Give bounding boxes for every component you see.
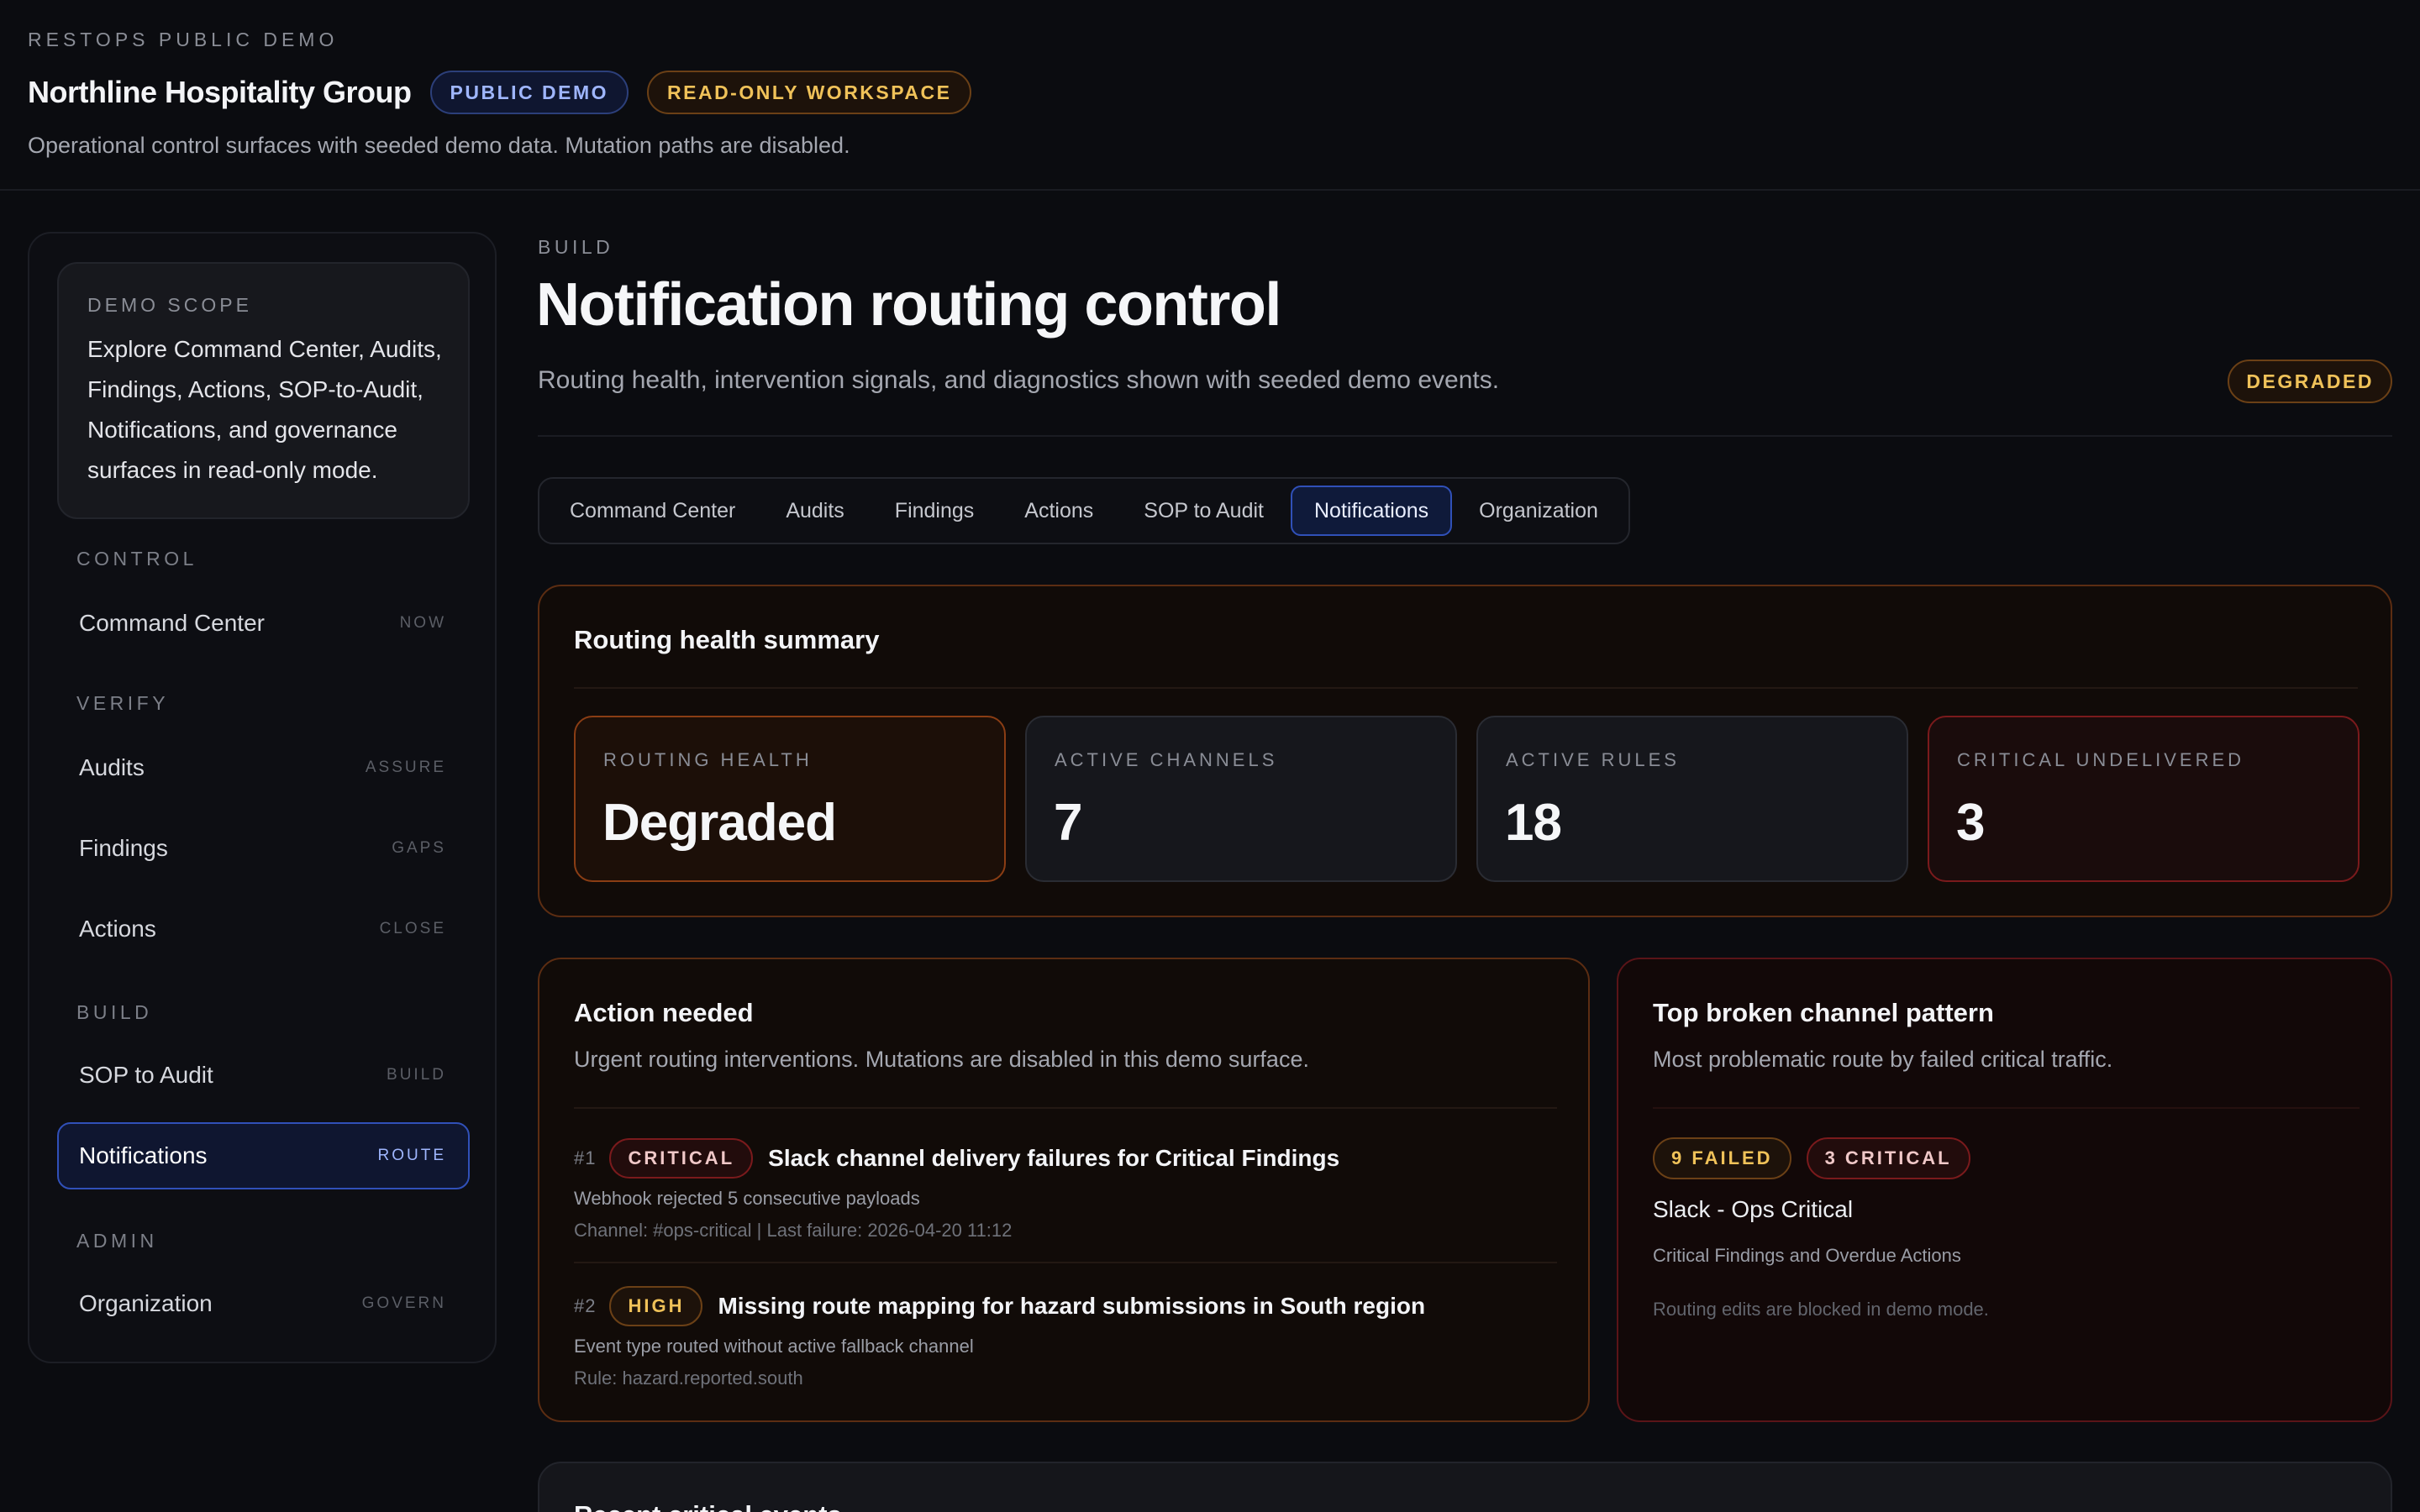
metric-critical-undelivered: CRITICAL UNDELIVERED 3 xyxy=(1928,716,2360,882)
tab-audits[interactable]: Audits xyxy=(762,486,867,536)
metric-value: 18 xyxy=(1505,794,1562,852)
sidebar-item-tag: NOW xyxy=(399,614,446,632)
metric-value: 3 xyxy=(1956,794,1985,852)
org-row: Northline Hospitality Group PUBLIC DEMO … xyxy=(28,69,972,116)
demo-scope-card: DEMO SCOPE Explore Command Center, Audit… xyxy=(57,262,470,519)
metric-label: CRITICAL UNDELIVERED xyxy=(1957,749,2245,770)
action-needed-title: Action needed xyxy=(574,998,754,1027)
failed-count-badge: 9 FAILED xyxy=(1653,1137,1791,1179)
broken-channel-title: Top broken channel pattern xyxy=(1653,998,1994,1027)
sidebar-item-audits[interactable]: Audits ASSURE xyxy=(57,734,470,801)
sidebar-item-actions[interactable]: Actions CLOSE xyxy=(57,895,470,963)
metric-active-channels: ACTIVE CHANNELS 7 xyxy=(1025,716,1457,882)
page-title: Notification routing control xyxy=(536,271,1281,339)
public-demo-badge: PUBLIC DEMO xyxy=(429,71,629,114)
metric-active-rules: ACTIVE RULES 18 xyxy=(1476,716,1908,882)
tab-actions[interactable]: Actions xyxy=(1001,486,1117,536)
demo-mode-note: Routing edits are blocked in demo mode. xyxy=(1653,1299,1989,1320)
issue-item[interactable]: #1 CRITICAL Slack channel delivery failu… xyxy=(574,1137,1557,1242)
metric-routing-health: ROUTING HEALTH Degraded xyxy=(574,716,1006,882)
sidebar-item-label: Command Center xyxy=(79,610,265,636)
sidebar-item-tag: BUILD xyxy=(387,1066,446,1084)
sidebar-item-label: Organization xyxy=(79,1290,213,1316)
metric-label: ACTIVE CHANNELS xyxy=(1055,749,1278,770)
critical-count-badge: 3 CRITICAL xyxy=(1806,1137,1970,1179)
metric-label: ACTIVE RULES xyxy=(1506,749,1680,770)
recent-events-title: Recent critical events xyxy=(574,1500,842,1512)
sidebar-item-sop-to-audit[interactable]: SOP to Audit BUILD xyxy=(57,1042,470,1109)
sidebar-item-notifications[interactable]: Notifications ROUTE xyxy=(57,1122,470,1189)
issue-header: #1 CRITICAL Slack channel delivery failu… xyxy=(574,1137,1557,1179)
read-only-badge: READ-ONLY WORKSPACE xyxy=(647,71,972,114)
top-header: RESTOPS PUBLIC DEMO Northline Hospitalit… xyxy=(0,0,2420,191)
issue-title: Slack channel delivery failures for Crit… xyxy=(768,1145,1340,1171)
metric-value: Degraded xyxy=(602,794,837,852)
tab-command-center[interactable]: Command Center xyxy=(546,486,759,536)
recent-events-card: Recent critical events xyxy=(538,1462,2392,1512)
issue-detail: Webhook rejected 5 consecutive payloads xyxy=(574,1188,920,1209)
tab-bar: Command Center Audits Findings Actions S… xyxy=(538,477,1630,544)
sidebar-item-command-center[interactable]: Command Center NOW xyxy=(57,590,470,657)
sidebar-item-label: SOP to Audit xyxy=(79,1062,213,1088)
header-subtitle: Operational control surfaces with seeded… xyxy=(28,133,850,158)
tab-notifications[interactable]: Notifications xyxy=(1290,486,1453,536)
demo-scope-text: Explore Command Center, Audits, Findings… xyxy=(87,336,442,483)
sidebar-item-label: Audits xyxy=(79,754,145,780)
broken-channel-subtitle: Most problematic route by failed critica… xyxy=(1653,1047,2113,1072)
org-name: Northline Hospitality Group xyxy=(28,75,412,109)
issue-detail: Event type routed without active fallbac… xyxy=(574,1336,974,1357)
issue-header: #2 HIGH Missing route mapping for hazard… xyxy=(574,1285,1557,1327)
issue-rank: #1 xyxy=(574,1147,597,1168)
divider xyxy=(538,435,2392,437)
broken-channel-card: Top broken channel pattern Most problema… xyxy=(1617,958,2392,1422)
issue-item[interactable]: #2 HIGH Missing route mapping for hazard… xyxy=(574,1285,1557,1389)
sidebar-item-tag: CLOSE xyxy=(379,920,446,937)
sidebar-item-organization[interactable]: Organization GOVERN xyxy=(57,1270,470,1337)
section-admin: ADMIN xyxy=(76,1230,158,1252)
broken-channel-badges: 9 FAILED 3 CRITICAL xyxy=(1653,1137,1970,1179)
issue-rank: #2 xyxy=(574,1295,597,1316)
divider xyxy=(574,1262,1557,1263)
page-subtitle: Routing health, intervention signals, an… xyxy=(538,366,1500,394)
status-badge: DEGRADED xyxy=(2228,360,2392,403)
sidebar-item-label: Actions xyxy=(79,916,156,942)
channel-description: Critical Findings and Overdue Actions xyxy=(1653,1245,1961,1266)
action-needed-subtitle: Urgent routing interventions. Mutations … xyxy=(574,1047,1309,1072)
tab-organization[interactable]: Organization xyxy=(1455,486,1622,536)
issue-meta: Channel: #ops-critical | Last failure: 2… xyxy=(574,1220,1013,1241)
sidebar-item-label: Findings xyxy=(79,835,168,861)
workspace-eyebrow: RESTOPS PUBLIC DEMO xyxy=(28,29,339,50)
page-eyebrow: BUILD xyxy=(538,236,614,258)
metric-label: ROUTING HEALTH xyxy=(603,749,813,770)
sidebar-item-tag: GOVERN xyxy=(361,1294,446,1312)
sidebar-item-tag: ROUTE xyxy=(377,1147,446,1164)
issue-title: Missing route mapping for hazard submiss… xyxy=(718,1293,1426,1319)
summary-title: Routing health summary xyxy=(574,625,880,654)
sidebar-item-tag: ASSURE xyxy=(365,759,446,776)
sidebar: DEMO SCOPE Explore Command Center, Audit… xyxy=(28,232,497,1363)
severity-badge: CRITICAL xyxy=(609,1138,754,1179)
divider xyxy=(574,1107,1557,1109)
divider xyxy=(574,687,2358,689)
sidebar-item-label: Notifications xyxy=(79,1142,208,1168)
sidebar-item-tag: GAPS xyxy=(392,839,446,857)
section-verify: VERIFY xyxy=(76,692,170,714)
section-control: CONTROL xyxy=(76,548,197,570)
action-needed-card: Action needed Urgent routing interventio… xyxy=(538,958,1590,1422)
sidebar-item-findings[interactable]: Findings GAPS xyxy=(57,815,470,882)
tab-findings[interactable]: Findings xyxy=(871,486,998,536)
section-build: BUILD xyxy=(76,1001,153,1023)
issue-meta: Rule: hazard.reported.south xyxy=(574,1368,803,1389)
demo-scope-title: DEMO SCOPE xyxy=(87,294,252,316)
tab-sop-to-audit[interactable]: SOP to Audit xyxy=(1120,486,1287,536)
divider xyxy=(1653,1107,2360,1109)
metric-value: 7 xyxy=(1054,794,1082,852)
severity-badge: HIGH xyxy=(609,1286,703,1326)
channel-name: Slack - Ops Critical xyxy=(1653,1196,1854,1222)
routing-health-summary: Routing health summary ROUTING HEALTH De… xyxy=(538,585,2392,917)
